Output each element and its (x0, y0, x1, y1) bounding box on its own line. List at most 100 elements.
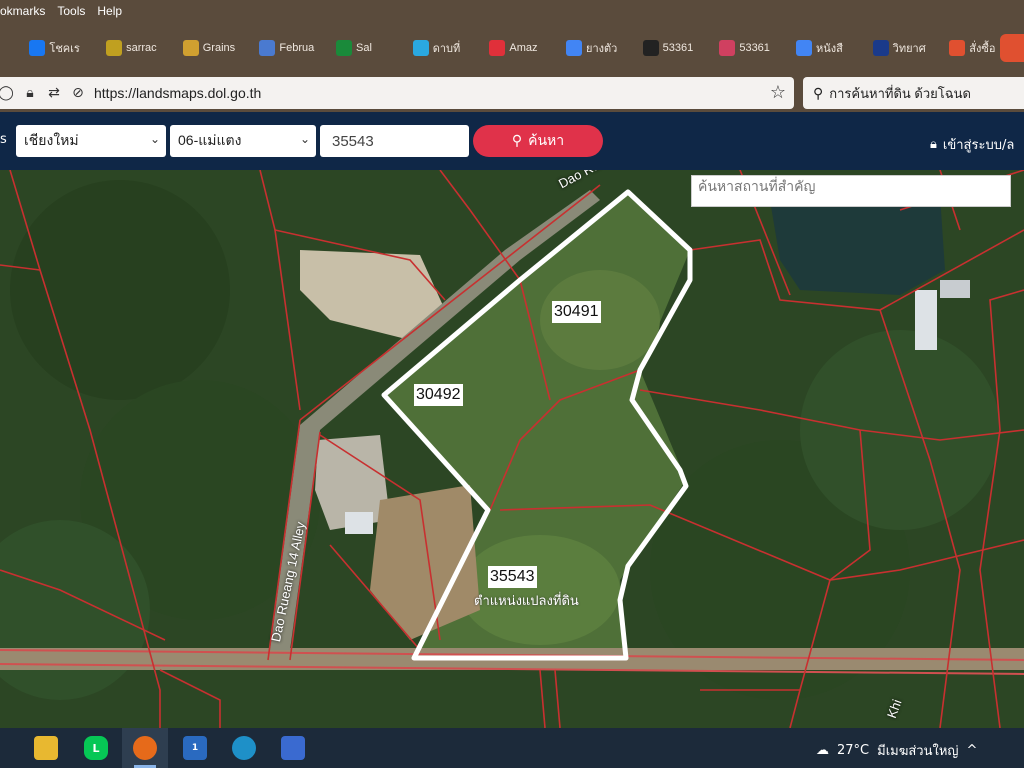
taskbar: L 1 ☁ 27°C มีเมฆส่วนใหญ่ ^ (0, 728, 1024, 768)
bookmark-item[interactable]: 53361 (641, 36, 718, 60)
bookmark-label: 53361 (739, 42, 770, 54)
bookmark-label: 53361 (662, 42, 694, 54)
search-button-label: ค้นหา (528, 133, 565, 149)
mail-badge: 1 (191, 743, 199, 753)
bookmark-item[interactable] (4, 36, 27, 60)
menu-help[interactable]: Help (97, 4, 122, 18)
url-bar[interactable]: ◯ 🔒︎ ⇄ ⊘ https://landsmaps.dol.go.th ☆ (0, 77, 794, 109)
bookmark-item[interactable]: โชคเร (27, 36, 104, 60)
file-explorer-icon[interactable] (34, 736, 58, 760)
security-shield-icon[interactable] (281, 736, 305, 760)
grains-icon (182, 40, 199, 56)
parcel-number-input[interactable] (320, 125, 469, 157)
n-icon (642, 40, 659, 56)
bookmark-label: Februa (279, 42, 315, 54)
line-app-icon[interactable]: L (84, 736, 108, 760)
info-icon[interactable]: ◯ (0, 85, 18, 101)
place-search-input[interactable]: ค้นหาสถานที่สำคัญ (691, 175, 1011, 207)
google-icon (795, 40, 812, 56)
google-icon (566, 40, 583, 56)
shop-icon (949, 40, 966, 56)
bookmark-label: หนังสื (815, 43, 843, 55)
bookmark-star-icon[interactable]: ☆ (770, 82, 786, 103)
bookmark-item[interactable]: sarrac (104, 36, 181, 60)
parcel-location-caption: ตำแหน่งแปลงที่ดิน (474, 594, 579, 609)
b-icon (719, 40, 736, 56)
heart-icon (489, 40, 506, 56)
tray-expand-icon[interactable]: ^ (966, 743, 977, 758)
pond (770, 195, 945, 295)
place-search-placeholder: ค้นหาสถานที่สำคัญ (698, 179, 816, 195)
news-icon (872, 40, 889, 56)
chevron-down-icon: ⌄ (149, 132, 160, 146)
tracking-shield-icon[interactable]: ⊘ (66, 85, 90, 101)
parcel-label-35543[interactable]: 35543 (488, 566, 537, 588)
bookmark-label: sarrac (126, 42, 157, 54)
weather-text[interactable]: มีเมฆส่วนใหญ่ (877, 740, 958, 761)
permissions-icon[interactable]: ⇄ (42, 85, 66, 101)
overflow-menu-icon[interactable] (1000, 34, 1024, 62)
site-header: s เชียงใหม่ ⌄ 06-แม่แตง ⌄ ⚲ ค้นหา 🔒︎ เข้… (0, 112, 1024, 170)
province-select[interactable]: เชียงใหม่ ⌄ (16, 125, 166, 157)
bookmark-item[interactable]: 53361 (717, 36, 794, 60)
weather-cloud-icon[interactable]: ☁ (816, 743, 829, 758)
firefox-icon[interactable] (133, 736, 157, 760)
bars-icon (106, 40, 123, 56)
mail-icon[interactable]: 1 (183, 736, 207, 760)
map-view[interactable]: ค้นหาสถานที่สำคัญ 30491 30492 35543 ตำแห… (0, 170, 1024, 728)
facebook-icon (29, 40, 46, 56)
bookmark-item[interactable]: Februa (257, 36, 334, 60)
bookmark-label: ยางตัว (586, 43, 618, 55)
menu-tools[interactable]: Tools (57, 4, 85, 18)
weather-temp[interactable]: 27°C (837, 743, 869, 758)
url-text[interactable]: https://landsmaps.dol.go.th (94, 85, 261, 101)
district-select[interactable]: 06-แม่แตง ⌄ (170, 125, 316, 157)
bookmark-label: Amaz (509, 42, 538, 54)
chart-icon (259, 40, 276, 56)
search-icon: ⚲ (511, 133, 523, 149)
navigation-bar: ◯ 🔒︎ ⇄ ⊘ https://landsmaps.dol.go.th ☆ ⚲… (0, 74, 1024, 112)
forest-patch (800, 330, 1000, 530)
building (940, 280, 970, 298)
parcel-label-30492[interactable]: 30492 (414, 384, 463, 406)
parcel-label-30491[interactable]: 30491 (552, 301, 601, 323)
edge-icon[interactable] (232, 736, 256, 760)
building (915, 290, 937, 350)
bookmark-label: Sal (356, 42, 372, 54)
bookmarks-toolbar: โชคเร sarrac Grains Februa Sal ดาบที่ Amaz ยางต… (0, 22, 1024, 74)
browser-search-text: การค้นหาที่ดิน ด้วยโฉนด (829, 85, 971, 101)
bookmark-item[interactable]: Sal (334, 36, 411, 60)
screen: okmarks Tools Help โชคเร sarrac Grains Febr… (0, 0, 1024, 768)
bookmark-label: วิทยาศ (892, 43, 926, 55)
lock-icon: 🔒︎ (930, 137, 937, 152)
menu-bookmarks[interactable]: okmarks (0, 4, 45, 18)
lock-icon[interactable]: 🔒︎ (18, 85, 42, 101)
bookmark-label: ดาบที่ (432, 43, 461, 55)
bookmark-label: สั่งซื้อ (969, 43, 996, 55)
login-label: เข้าสู่ระบบ/ล (942, 138, 1015, 153)
play-icon (412, 40, 429, 56)
bookmark-item[interactable]: หนังสื (794, 36, 871, 60)
sheet-icon (336, 40, 353, 56)
bookmark-item[interactable]: วิทยาศ (871, 36, 948, 60)
forest-patch (10, 180, 230, 400)
cut-off-icon (6, 40, 22, 56)
header-label-cut: s (0, 132, 7, 147)
province-value: เชียงใหม่ (24, 132, 79, 148)
building (345, 512, 373, 534)
browser-search-box[interactable]: ⚲ การค้นหาที่ดิน ด้วยโฉนด (803, 77, 1024, 109)
district-value: 06-แม่แตง (178, 132, 242, 148)
login-link[interactable]: 🔒︎ เข้าสู่ระบบ/ล (930, 134, 1014, 155)
bookmark-item[interactable]: ดาบที่ (411, 36, 488, 60)
bookmark-item[interactable]: ยางตัว (564, 36, 641, 60)
chevron-down-icon: ⌄ (299, 132, 310, 146)
bookmark-item[interactable]: Grains (181, 36, 258, 60)
bookmark-label: โชคเร (49, 43, 80, 55)
menu-bar: okmarks Tools Help (0, 0, 1024, 22)
search-icon: ⚲ (813, 84, 824, 101)
bookmark-label: Grains (202, 42, 236, 54)
system-tray: ☁ 27°C มีเมฆส่วนใหญ่ ^ (816, 740, 977, 761)
bookmark-item[interactable]: Amaz (487, 36, 564, 60)
search-button[interactable]: ⚲ ค้นหา (473, 125, 603, 157)
satellite-map[interactable] (0, 170, 1024, 728)
